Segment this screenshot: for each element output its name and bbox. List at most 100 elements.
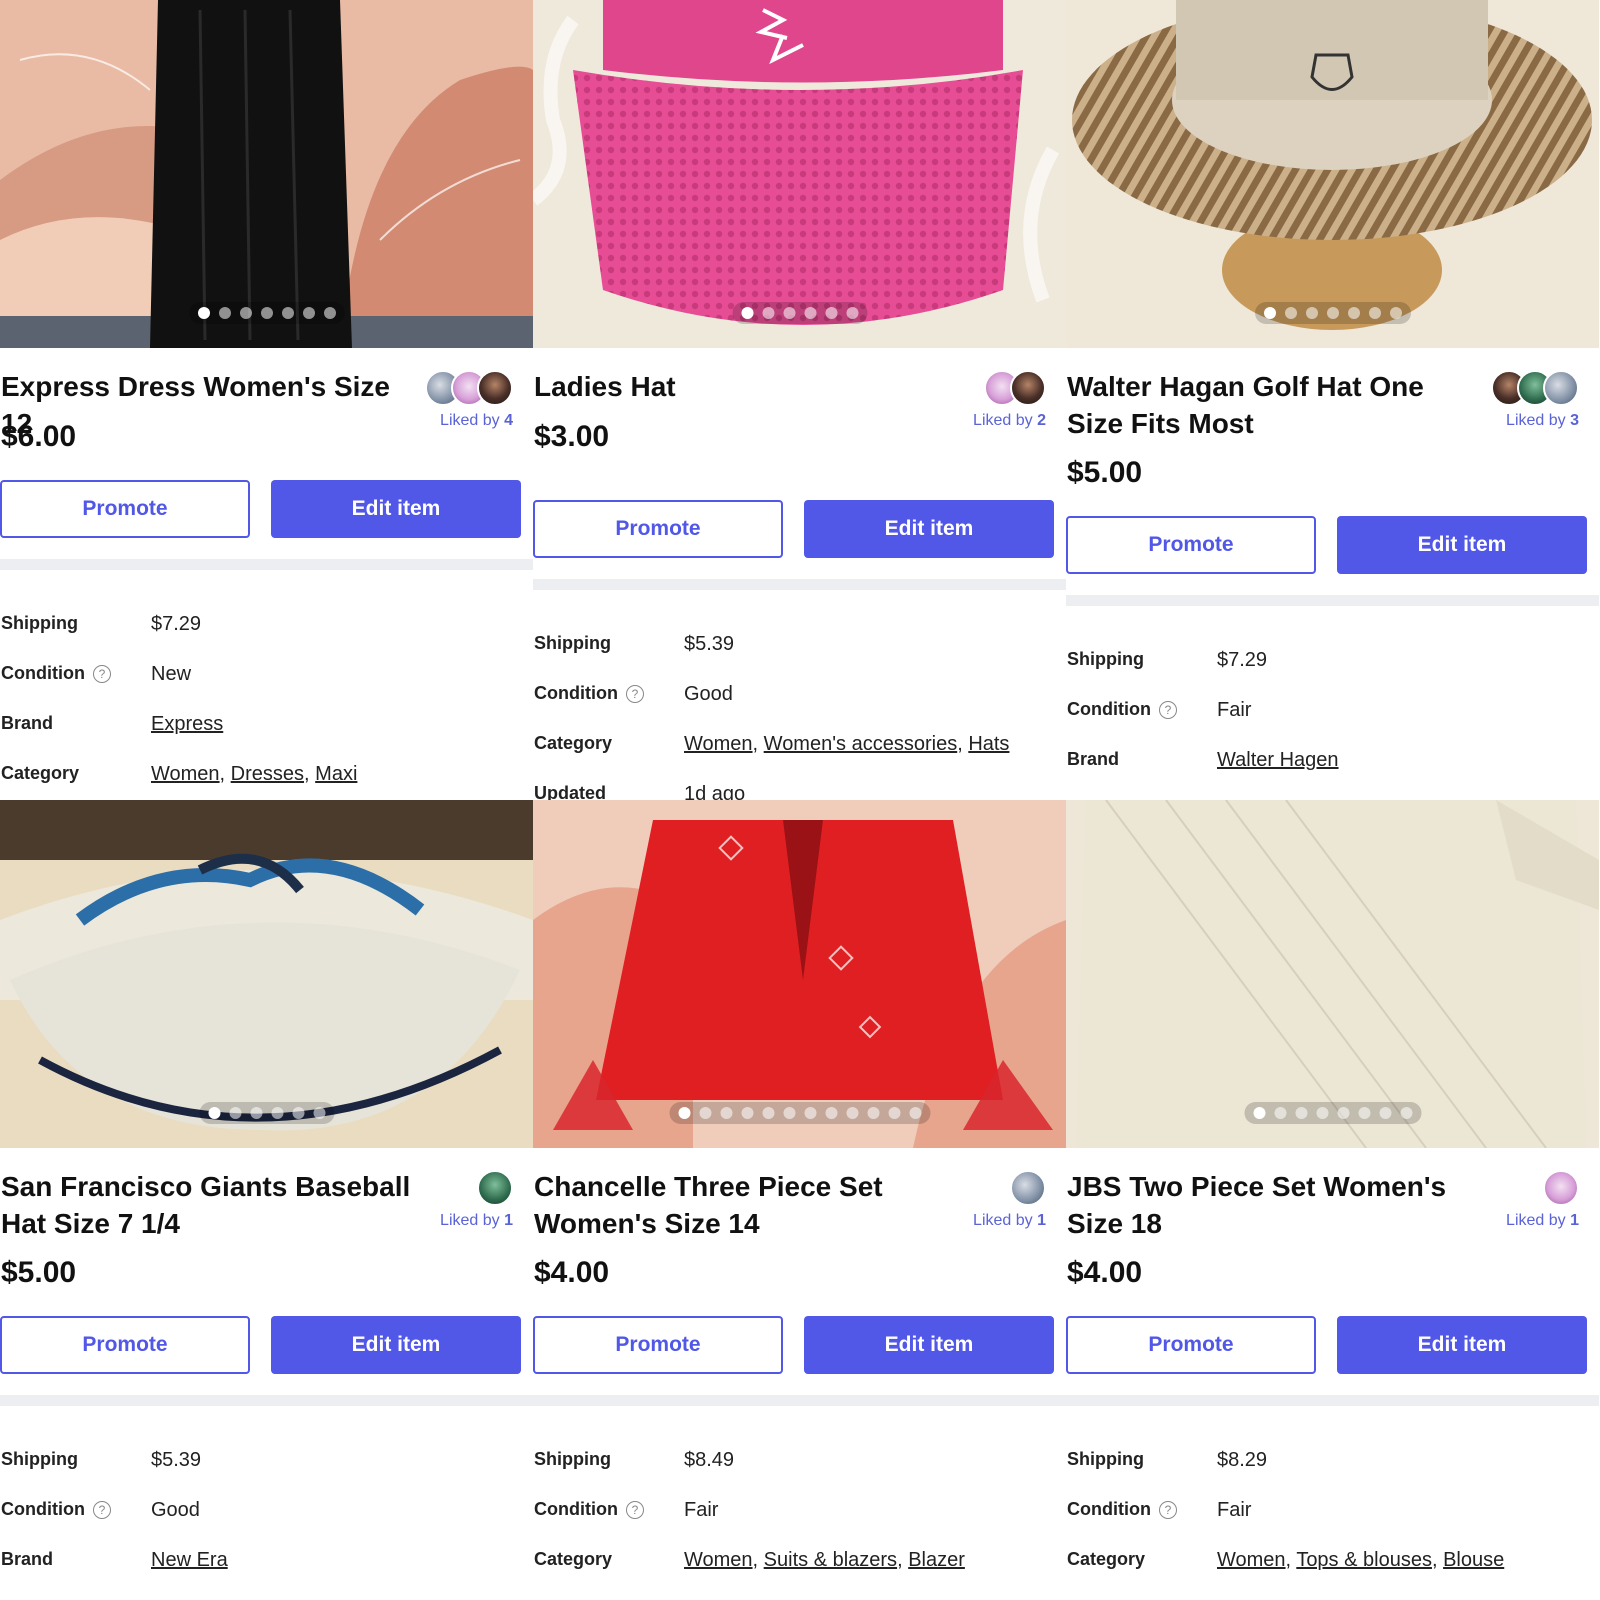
- listing-title[interactable]: JBS Two Piece Set Women's Size 18: [1067, 1168, 1477, 1242]
- detail-link[interactable]: Blazer: [908, 1549, 965, 1571]
- carousel-dot[interactable]: [1400, 1107, 1412, 1119]
- carousel-dot[interactable]: [1326, 307, 1339, 319]
- listing-photo[interactable]: [533, 0, 1066, 348]
- carousel-dot[interactable]: [218, 307, 231, 319]
- detail-link[interactable]: Women: [684, 1549, 753, 1571]
- detail-link[interactable]: Suits & blazers: [764, 1549, 897, 1571]
- detail-link[interactable]: Express: [151, 713, 223, 735]
- help-icon[interactable]: ?: [1158, 1500, 1177, 1519]
- carousel-dot[interactable]: [1358, 1107, 1370, 1119]
- carousel-dot[interactable]: [909, 1107, 921, 1119]
- liked-by[interactable]: Liked by 1: [1469, 1170, 1579, 1230]
- carousel-dot[interactable]: [208, 1107, 220, 1119]
- carousel-dot[interactable]: [281, 307, 294, 319]
- carousel-dot[interactable]: [1295, 1107, 1307, 1119]
- listing-title[interactable]: Walter Hagan Golf Hat One Size Fits Most: [1067, 368, 1477, 442]
- promote-button[interactable]: Promote: [0, 480, 250, 538]
- detail-link[interactable]: Walter Hagen: [1217, 749, 1339, 771]
- help-icon[interactable]: ?: [625, 1500, 644, 1519]
- edit-item-button[interactable]: Edit item: [271, 1316, 521, 1374]
- help-icon[interactable]: ?: [92, 1500, 111, 1519]
- carousel-dot[interactable]: [741, 1107, 753, 1119]
- listing-title[interactable]: Chancelle Three Piece Set Women's Size 1…: [534, 1168, 944, 1242]
- carousel-dot[interactable]: [260, 307, 273, 319]
- carousel-dot[interactable]: [292, 1107, 304, 1119]
- liked-by[interactable]: Liked by 2: [936, 370, 1046, 430]
- carousel-dot[interactable]: [1379, 1107, 1391, 1119]
- help-icon[interactable]: ?: [92, 664, 111, 683]
- liked-by[interactable]: Liked by 3: [1469, 370, 1579, 430]
- listing-photo[interactable]: [1066, 0, 1599, 348]
- carousel-dot[interactable]: [1337, 1107, 1349, 1119]
- carousel-dot[interactable]: [313, 1107, 325, 1119]
- liked-by[interactable]: Liked by 1: [403, 1170, 513, 1230]
- promote-button[interactable]: Promote: [1066, 516, 1316, 574]
- liked-by[interactable]: Liked by 1: [936, 1170, 1046, 1230]
- carousel-dot[interactable]: [804, 307, 816, 319]
- carousel-dot[interactable]: [699, 1107, 711, 1119]
- listing-photo[interactable]: [1066, 800, 1599, 1148]
- carousel-dot[interactable]: [229, 1107, 241, 1119]
- carousel-dot[interactable]: [1316, 1107, 1328, 1119]
- avatar: [477, 1170, 513, 1206]
- carousel-dot[interactable]: [825, 1107, 837, 1119]
- detail-link[interactable]: Women: [151, 763, 220, 785]
- carousel-dot[interactable]: [888, 1107, 900, 1119]
- carousel-dot[interactable]: [1274, 1107, 1286, 1119]
- carousel-dot[interactable]: [271, 1107, 283, 1119]
- carousel-dot[interactable]: [783, 307, 795, 319]
- carousel-dot[interactable]: [1389, 307, 1402, 319]
- edit-item-button[interactable]: Edit item: [271, 480, 521, 538]
- carousel-dot[interactable]: [720, 1107, 732, 1119]
- listing-photo[interactable]: [0, 800, 533, 1148]
- listing-title[interactable]: San Francisco Giants Baseball Hat Size 7…: [1, 1168, 411, 1242]
- carousel-dot[interactable]: [1253, 1107, 1265, 1119]
- help-icon[interactable]: ?: [1158, 700, 1177, 719]
- listing-details: Shipping $8.29 Condition? Fair Category Women…: [1067, 1449, 1599, 1599]
- detail-link[interactable]: Women: [1217, 1549, 1286, 1571]
- promote-button[interactable]: Promote: [0, 1316, 250, 1374]
- carousel-dot[interactable]: [846, 1107, 858, 1119]
- detail-value: Women, Dresses, Maxi: [151, 763, 358, 785]
- promote-button[interactable]: Promote: [533, 500, 783, 558]
- edit-item-button[interactable]: Edit item: [804, 1316, 1054, 1374]
- carousel-dot[interactable]: [846, 307, 858, 319]
- detail-link[interactable]: Dresses: [231, 763, 304, 785]
- promote-button[interactable]: Promote: [1066, 1316, 1316, 1374]
- carousel-dot[interactable]: [741, 307, 753, 319]
- carousel-dot[interactable]: [197, 307, 210, 319]
- liked-by-count: 1: [504, 1212, 513, 1229]
- carousel-dot[interactable]: [678, 1107, 690, 1119]
- help-icon[interactable]: ?: [625, 684, 644, 703]
- edit-item-button[interactable]: Edit item: [1337, 516, 1587, 574]
- detail-link[interactable]: Women: [684, 733, 753, 755]
- detail-link[interactable]: Tops & blouses: [1296, 1549, 1432, 1571]
- carousel-dot[interactable]: [804, 1107, 816, 1119]
- carousel-dot[interactable]: [762, 307, 774, 319]
- carousel-dot[interactable]: [1347, 307, 1360, 319]
- detail-link[interactable]: New Era: [151, 1549, 228, 1571]
- edit-item-button[interactable]: Edit item: [1337, 1316, 1587, 1374]
- carousel-dot[interactable]: [783, 1107, 795, 1119]
- edit-item-button[interactable]: Edit item: [804, 500, 1054, 558]
- carousel-dot[interactable]: [239, 307, 252, 319]
- carousel-dot[interactable]: [825, 307, 837, 319]
- listing-title[interactable]: Ladies Hat: [534, 368, 944, 405]
- carousel-dot[interactable]: [867, 1107, 879, 1119]
- detail-link[interactable]: Maxi: [315, 763, 357, 785]
- carousel-dot[interactable]: [302, 307, 315, 319]
- carousel-dot[interactable]: [1305, 307, 1318, 319]
- detail-link[interactable]: Women's accessories: [764, 733, 958, 755]
- detail-link[interactable]: Blouse: [1443, 1549, 1504, 1571]
- listing-photo[interactable]: [533, 800, 1066, 1148]
- detail-link[interactable]: Hats: [968, 733, 1009, 755]
- carousel-dot[interactable]: [1263, 307, 1276, 319]
- carousel-dot[interactable]: [1368, 307, 1381, 319]
- carousel-dot[interactable]: [250, 1107, 262, 1119]
- promote-button[interactable]: Promote: [533, 1316, 783, 1374]
- carousel-dot[interactable]: [762, 1107, 774, 1119]
- carousel-dot[interactable]: [323, 307, 336, 319]
- listing-photo[interactable]: [0, 0, 533, 348]
- carousel-dot[interactable]: [1284, 307, 1297, 319]
- liked-by[interactable]: Liked by 4: [403, 370, 513, 430]
